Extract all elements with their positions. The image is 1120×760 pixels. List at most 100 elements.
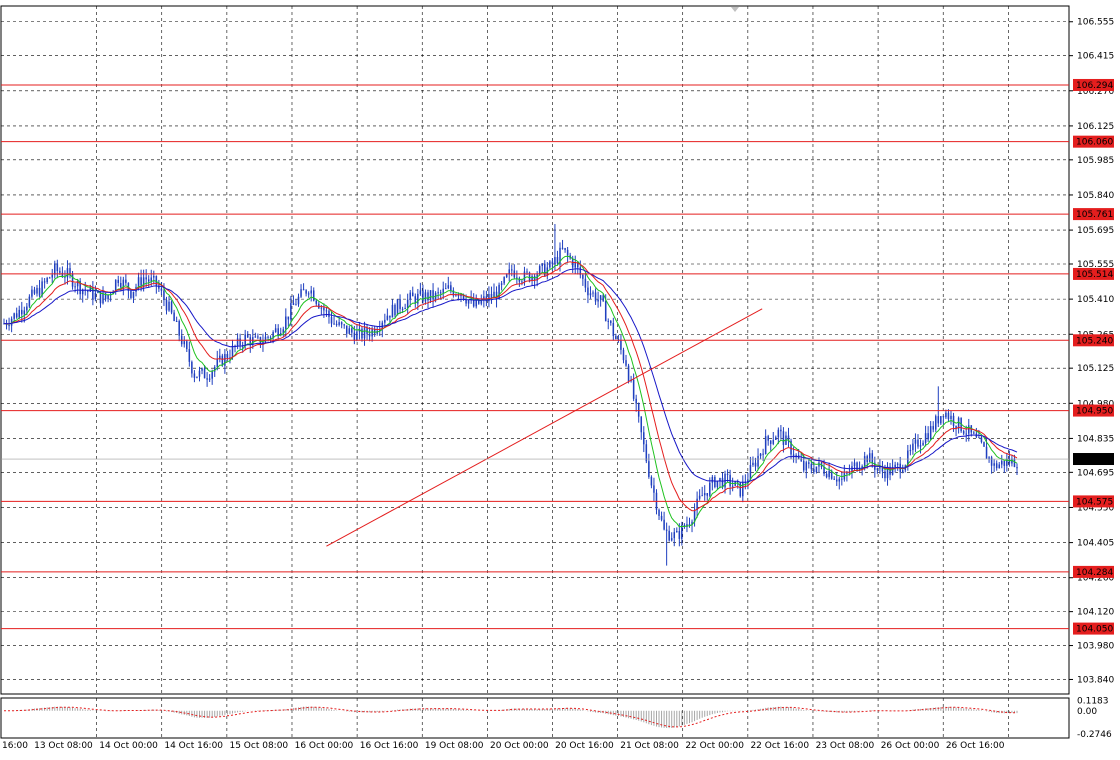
candle-body <box>932 426 934 430</box>
candle-body <box>340 322 343 325</box>
candle-body <box>749 465 752 480</box>
candle-body <box>48 277 51 279</box>
candle-body <box>917 439 919 447</box>
candle-body <box>884 471 886 479</box>
candle-body <box>825 473 828 478</box>
candle-body <box>876 468 879 470</box>
candle-body <box>302 289 305 291</box>
candle-body <box>990 457 993 466</box>
candle-body <box>973 432 975 434</box>
candle-body <box>980 437 983 443</box>
candle-body <box>338 322 340 325</box>
candle-body <box>584 278 587 288</box>
candle-body <box>782 431 785 445</box>
candle-body <box>635 398 637 404</box>
candle-body <box>813 469 815 473</box>
candle-body <box>678 531 681 539</box>
candle-body <box>226 354 229 359</box>
candle-body <box>160 288 163 291</box>
candle-body <box>503 277 505 284</box>
candle-body <box>132 291 135 298</box>
candle-body <box>663 519 665 530</box>
candle-body <box>183 341 186 345</box>
candle-body <box>300 289 302 297</box>
candle-body <box>264 336 267 343</box>
x-tick-label: 16:00 <box>2 741 28 751</box>
candle-body <box>625 360 627 366</box>
candle-body <box>706 493 709 496</box>
candle-body <box>203 368 206 379</box>
chart: 106.555 106.415 106.270 106.125 105.985 105.8… <box>0 0 1120 756</box>
candle-body <box>894 464 896 468</box>
candle-body <box>988 457 990 459</box>
candle-body <box>670 538 673 541</box>
candle-body <box>823 466 825 474</box>
level-label: 106.294 <box>1076 81 1113 91</box>
candle-body <box>863 456 866 467</box>
candle-body <box>287 316 290 320</box>
candle-body <box>125 279 127 283</box>
candle-body <box>120 283 122 288</box>
candle-body <box>526 271 528 273</box>
candle-body <box>688 524 691 526</box>
candle-body <box>335 323 338 325</box>
x-tick-label: 15 Oct 08:00 <box>229 741 288 751</box>
candle-body <box>950 415 952 420</box>
candle-body <box>69 268 71 274</box>
candle-body <box>31 289 33 297</box>
y-tick-label: 105.410 <box>1077 295 1114 305</box>
candle-body <box>23 310 26 315</box>
candle-body <box>914 439 917 444</box>
candle-body <box>566 249 569 256</box>
x-tick-label: 26 Oct 16:00 <box>946 741 1005 751</box>
candle-body <box>399 299 401 309</box>
candle-body <box>432 290 434 300</box>
candle-body <box>549 261 551 268</box>
candle-body <box>147 279 150 282</box>
candle-body <box>673 532 676 539</box>
candle-body <box>13 313 15 319</box>
candle-body <box>71 273 74 287</box>
candle-body <box>896 463 899 465</box>
candle-body <box>924 433 927 443</box>
candle-body <box>396 299 399 316</box>
candle-body <box>615 336 617 340</box>
candle-body <box>716 480 719 488</box>
y-tick-label: 103.840 <box>1077 675 1114 685</box>
candle-body <box>173 312 175 322</box>
level-label: 104.050 <box>1076 625 1113 635</box>
y-tick-label: 105.695 <box>1077 226 1114 236</box>
candle-body <box>216 358 219 368</box>
candle-body <box>305 290 307 294</box>
candle-body <box>175 321 178 323</box>
candle-body <box>54 263 56 275</box>
candle-body <box>427 292 429 301</box>
candle-body <box>424 292 427 302</box>
candle-body <box>333 323 335 325</box>
x-tick-label: 23 Oct 08:00 <box>816 741 875 751</box>
candle-body <box>622 349 625 361</box>
candle-body <box>391 304 394 318</box>
candle-body <box>38 287 41 296</box>
level-label: 104.284 <box>1076 568 1113 578</box>
candle-body <box>1001 460 1003 465</box>
candle-body <box>74 286 76 288</box>
candle-body <box>351 328 353 333</box>
candle-body <box>901 470 904 473</box>
candle-body <box>307 293 310 295</box>
candle-body <box>703 493 706 496</box>
candle-body <box>348 328 351 334</box>
candle-body <box>401 308 404 310</box>
candle-body <box>983 442 985 447</box>
candle-body <box>929 426 932 440</box>
candle-body <box>356 331 358 341</box>
candle-body <box>114 279 117 292</box>
candle-body <box>36 287 38 294</box>
candle-body <box>780 429 782 432</box>
level-label: 105.761 <box>1076 210 1113 220</box>
candle-body <box>285 316 287 330</box>
candle-body <box>602 295 604 301</box>
candle-body <box>599 295 602 300</box>
candle-body <box>709 482 711 496</box>
candle-body <box>394 304 396 316</box>
